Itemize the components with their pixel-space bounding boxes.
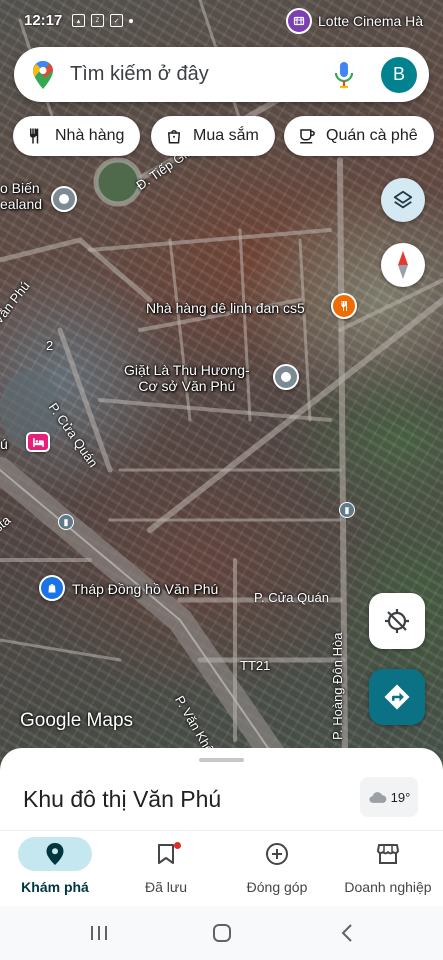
compass-icon <box>398 251 408 279</box>
coffee-cup-icon <box>300 129 315 144</box>
compass-button[interactable] <box>381 243 425 287</box>
nav-contribute[interactable]: Đóng góp <box>222 831 332 907</box>
google-maps-pin-icon <box>33 60 53 89</box>
home-icon <box>213 924 231 942</box>
location-pin-icon <box>46 843 64 865</box>
place-pin[interactable] <box>273 364 299 390</box>
bookmark-icon <box>158 844 174 864</box>
notification-badge <box>174 842 181 849</box>
chip-shopping-label: Mua sắm <box>193 127 259 144</box>
place-title: Khu đô thị Văn Phú <box>23 786 222 812</box>
nav-explore-label: Khám phá <box>21 879 89 895</box>
gallery-icon: ▴ <box>72 14 85 27</box>
directions-button[interactable] <box>369 669 425 725</box>
add-circle-icon <box>266 843 288 865</box>
system-navigation-bar <box>0 906 443 960</box>
nav-business-pill <box>351 837 425 871</box>
nav-contribute-label: Đóng góp <box>246 879 308 895</box>
search-bar[interactable]: Tìm kiếm ở đây B <box>14 47 429 102</box>
microphone-icon[interactable] <box>333 61 355 89</box>
weather-temperature: 19° <box>390 789 411 805</box>
cloud-icon <box>369 792 387 803</box>
bus-stop-icon[interactable]: ▮ <box>58 514 74 530</box>
shopping-bag-icon <box>167 130 181 144</box>
poi-lotte-cinema[interactable]: Lotte Cinema Hà <box>286 8 423 34</box>
home-button[interactable] <box>211 922 233 944</box>
bottom-sheet[interactable]: Khu đô thị Văn Phú 19° <box>0 748 443 830</box>
place-label-nha-hang[interactable]: Nhà hàng dê linh đan cs5 <box>146 300 305 316</box>
nav-explore[interactable]: Khám phá <box>0 831 110 907</box>
bus-stop-icon[interactable]: ▮ <box>339 502 355 518</box>
check-icon: ✓ <box>110 14 123 27</box>
back-button[interactable] <box>336 922 358 944</box>
nav-explore-pill <box>18 837 92 871</box>
storefront-icon <box>377 844 399 864</box>
nav-business[interactable]: Doanh nghiệp <box>333 831 443 907</box>
chip-coffee-label: Quán cà phê <box>326 127 418 144</box>
status-time: 12:17 <box>24 12 63 29</box>
back-icon <box>341 924 352 942</box>
fork-knife-icon <box>30 128 39 144</box>
layers-icon <box>393 190 413 209</box>
chip-restaurants[interactable]: Nhà hàng <box>13 116 141 156</box>
layers-button[interactable] <box>381 178 425 222</box>
nav-saved[interactable]: Đã lưu <box>111 831 221 907</box>
location-off-icon <box>385 609 409 633</box>
chip-restaurants-label: Nhà hàng <box>55 127 125 144</box>
road-label-hoang-don-hoa: P. Hoàng Đôn Hòa <box>330 632 345 740</box>
search-input[interactable]: Tìm kiếm ở đây <box>70 63 333 86</box>
restaurant-pin-icon[interactable] <box>331 293 357 319</box>
chip-coffee[interactable]: Quán cà phê <box>284 116 434 156</box>
road-label-tt21: TT21 <box>240 658 271 673</box>
place-label-bien-lealand[interactable]: o Biến ealand <box>0 180 42 212</box>
account-avatar[interactable]: B <box>381 56 417 93</box>
my-location-button[interactable] <box>369 593 425 649</box>
nav-saved-label: Đã lưu <box>144 879 188 895</box>
road-label-cua-quan: P. Cửa Quán <box>254 590 329 605</box>
google-maps-logo: Google Maps <box>20 710 134 731</box>
directions-icon <box>384 684 410 710</box>
notification-dot-icon <box>129 18 133 23</box>
poi-lotte-cinema-label: Lotte Cinema Hà <box>318 13 424 29</box>
place-label-thap-dong-ho[interactable]: Tháp Đồng hồ Văn Phú <box>72 581 218 597</box>
recent-apps-icon <box>91 926 107 940</box>
nav-saved-pill <box>129 837 203 871</box>
weather-chip[interactable]: 19° <box>360 777 418 817</box>
status-icons: ▴ Z ✓ <box>72 14 133 27</box>
recent-apps-button[interactable] <box>88 922 110 944</box>
place-label-giat-la[interactable]: Giặt Là Thu Hương- Cơ sở Văn Phú <box>124 362 250 394</box>
shopping-pin-icon[interactable] <box>39 575 65 601</box>
nav-business-label: Doanh nghiệp <box>344 879 432 895</box>
chip-shopping[interactable]: Mua sắm <box>151 116 275 156</box>
zalo-icon: Z <box>91 14 104 27</box>
place-label-hotel[interactable]: ú <box>0 436 8 452</box>
road-label-2: 2 <box>46 338 54 353</box>
place-pin[interactable] <box>51 186 77 212</box>
hotel-pin-icon[interactable] <box>26 432 50 452</box>
cinema-icon <box>286 8 312 34</box>
sheet-drag-handle[interactable] <box>199 758 244 762</box>
nav-contribute-pill <box>240 837 314 871</box>
bottom-navigation: Khám phá Đã lưu Đóng góp Doanh nghiệp <box>0 830 443 906</box>
